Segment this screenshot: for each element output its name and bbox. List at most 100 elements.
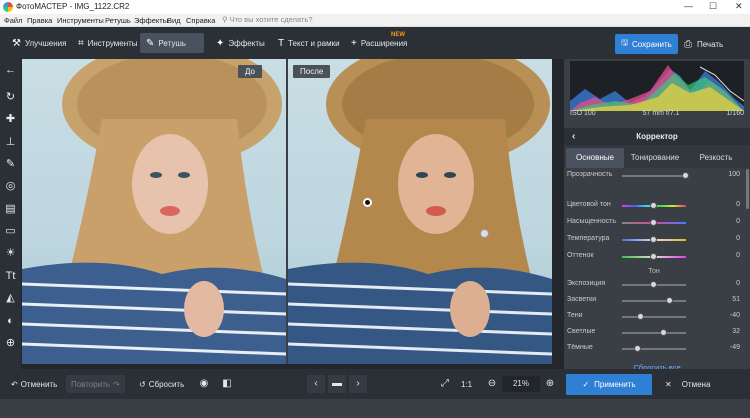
tab-tools[interactable]: ⌗ Инструменты xyxy=(72,33,144,53)
before-photo-drawing xyxy=(22,59,286,364)
slider-knob[interactable] xyxy=(650,281,657,288)
tab-effects[interactable]: ✦ Эффекты xyxy=(210,33,271,53)
search-box[interactable]: ⚲ Что вы хотите сделать? xyxy=(222,15,313,24)
plus-icon: + xyxy=(351,37,357,49)
tab-sharpness[interactable]: Резкость xyxy=(686,148,746,168)
actual-size-button[interactable]: 1:1 xyxy=(456,375,477,393)
compare-icon[interactable]: ◧ xyxy=(218,375,236,393)
redo-icon: ↷ xyxy=(113,379,120,389)
brush-pin-active[interactable] xyxy=(363,198,372,207)
slider-label: Температура xyxy=(567,235,610,242)
tab-enhancements[interactable]: ⚒ Улучшения xyxy=(6,33,72,53)
slider-knob[interactable] xyxy=(650,219,657,226)
slider-value: 0 xyxy=(736,218,740,225)
histogram xyxy=(570,61,744,111)
brush-icon: ✎ xyxy=(146,37,155,49)
fit-screen-icon[interactable]: ⤢ xyxy=(436,375,454,393)
slider-label: Насыщенность xyxy=(567,218,617,225)
mask-icon[interactable]: ◐ xyxy=(3,314,18,329)
menu-edit[interactable]: Правка xyxy=(27,16,52,25)
apply-button[interactable]: ✓ Применить xyxy=(566,374,652,395)
stamp-icon[interactable]: ⊥ xyxy=(3,135,18,150)
slider-knob[interactable] xyxy=(666,297,673,304)
undo-button[interactable]: ↶ Отменить xyxy=(6,375,62,393)
cancel-button[interactable]: ✕ Отмена xyxy=(665,374,710,395)
tab-toning[interactable]: Тонирование xyxy=(624,148,686,168)
tone-section-label: Тон xyxy=(648,268,660,275)
slider-value: 0 xyxy=(736,252,740,259)
crop-icon: ⌗ xyxy=(78,37,84,49)
image-canvas[interactable]: До После xyxy=(21,59,564,369)
search-placeholder: Что вы хотите сделать? xyxy=(229,15,313,24)
slider-row: Насыщенность 0 xyxy=(564,217,744,229)
tab-text-frames[interactable]: T Текст и рамки xyxy=(272,33,346,53)
slider-track[interactable] xyxy=(622,175,686,177)
slider-knob[interactable] xyxy=(650,253,657,260)
slider-knob[interactable] xyxy=(637,313,645,320)
reset-button[interactable]: ↺ Сбросить xyxy=(134,375,189,393)
prev-image-icon[interactable]: ‹ xyxy=(307,375,325,393)
print-button[interactable]: ⎙ Печать xyxy=(684,34,723,54)
grid-icon[interactable]: ⊕ xyxy=(3,336,18,351)
vignette-icon[interactable]: ▭ xyxy=(3,224,18,239)
tab-retouch[interactable]: ✎ Ретушь xyxy=(140,33,204,53)
rotate-icon[interactable]: ↻ xyxy=(3,90,18,105)
back-arrow-icon[interactable]: ← xyxy=(3,63,18,78)
eye-icon[interactable]: ◉ xyxy=(195,375,213,393)
gradient-icon[interactable]: ▤ xyxy=(3,202,18,217)
fill-icon[interactable]: ◭ xyxy=(3,291,18,306)
text-icon: T xyxy=(278,37,285,49)
magic-icon: ✦ xyxy=(216,37,225,49)
bandage-icon[interactable]: ✚ xyxy=(3,112,18,127)
tab-label: Инструменты xyxy=(87,38,138,48)
slider-row: Тени -40 xyxy=(564,311,744,323)
iso-value: ISO 100 xyxy=(570,110,596,117)
menu-view[interactable]: Вид xyxy=(167,16,181,25)
next-image-icon[interactable]: › xyxy=(349,375,367,393)
slider-knob[interactable] xyxy=(650,236,657,243)
zoom-in-icon[interactable]: ⊕ xyxy=(541,375,559,393)
undo-label: Отменить xyxy=(20,379,58,389)
folder-icon[interactable]: ▬ xyxy=(328,375,346,393)
menu-help[interactable]: Справка xyxy=(186,16,215,25)
close-x-icon: ✕ xyxy=(665,380,672,389)
slider-track[interactable] xyxy=(622,316,686,318)
apply-label: Применить xyxy=(594,380,636,389)
menu-effects[interactable]: Эффекты xyxy=(134,16,168,25)
minimize-button[interactable]: — xyxy=(684,1,693,11)
slider-track[interactable] xyxy=(622,300,686,302)
redo-button[interactable]: Повторить ↷ xyxy=(66,375,125,393)
slider-label: Тени xyxy=(567,312,583,319)
brush-tool-icon[interactable]: ✎ xyxy=(3,157,18,172)
menu-bar: Файл Правка Инструменты Ретушь Эффекты В… xyxy=(0,14,750,27)
slider-knob[interactable] xyxy=(634,345,641,352)
brush-pin[interactable] xyxy=(480,229,489,238)
slider-track[interactable] xyxy=(622,348,686,350)
zoom-out-icon[interactable]: ⊖ xyxy=(483,375,501,393)
slider-track[interactable] xyxy=(622,332,686,334)
panel-scrollbar[interactable] xyxy=(746,169,749,209)
slider-label: Прозрачность xyxy=(567,171,613,178)
tab-basic[interactable]: Основные xyxy=(566,148,624,168)
lens-value: 57 mm f/7.1 xyxy=(642,110,680,117)
zoom-level[interactable]: 21% xyxy=(502,376,540,392)
slider-knob[interactable] xyxy=(682,172,689,179)
slider-knob[interactable] xyxy=(650,202,657,209)
radial-icon[interactable]: ◎ xyxy=(3,179,18,194)
slider-row: Оттенок 0 xyxy=(564,251,744,263)
slider-knob[interactable] xyxy=(660,329,668,336)
maximize-button[interactable]: ☐ xyxy=(709,1,717,12)
printer-icon: ⎙ xyxy=(684,38,692,50)
app-logo-icon xyxy=(3,2,13,12)
text-tool-icon[interactable]: Tt xyxy=(3,269,18,284)
slider-label: Засветки xyxy=(567,296,597,303)
menu-file[interactable]: Файл xyxy=(4,16,22,25)
light-icon[interactable]: ☀ xyxy=(3,246,18,261)
wand-icon: ⚒ xyxy=(12,37,21,49)
menu-retouch[interactable]: Ретушь xyxy=(105,16,131,25)
tab-label: Эффекты xyxy=(228,38,265,48)
close-button[interactable]: ✕ xyxy=(735,1,743,12)
save-button[interactable]: 🖫 Сохранить xyxy=(615,34,678,54)
corrector-header: ‹ Корректор xyxy=(564,128,750,145)
menu-tools[interactable]: Инструменты xyxy=(57,16,104,25)
